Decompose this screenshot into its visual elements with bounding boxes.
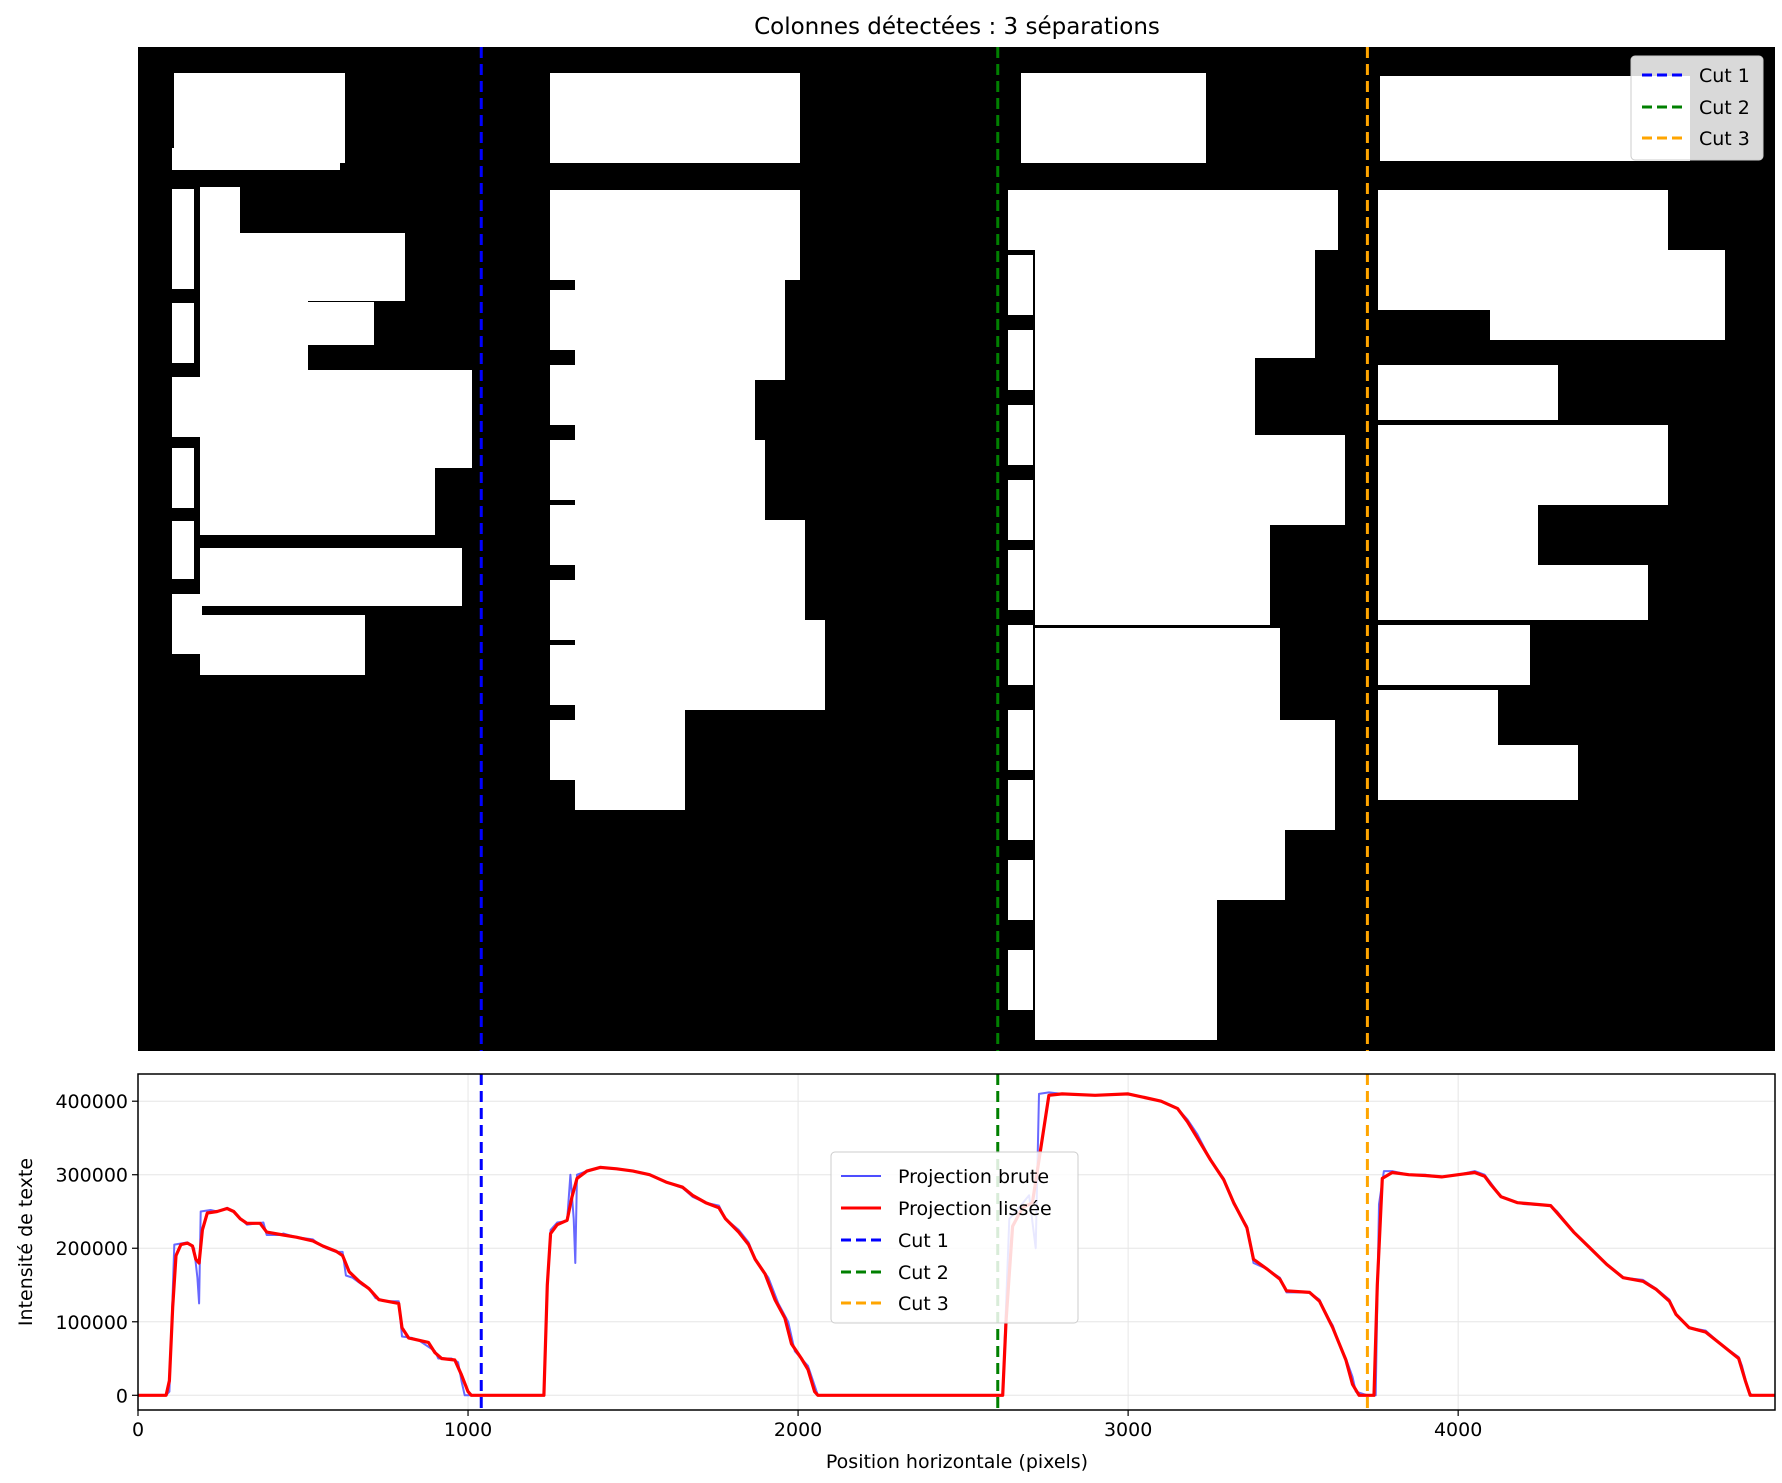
y-tick-label: 400000: [55, 1091, 128, 1113]
text-block: [550, 290, 575, 350]
text-block: [1035, 435, 1345, 525]
text-block: [575, 270, 785, 380]
legend-raw-label: Projection brute: [898, 1166, 1049, 1188]
top-legend: Cut 1 Cut 2 Cut 3: [1630, 55, 1764, 161]
text-block: [1008, 710, 1033, 770]
text-block: [1378, 690, 1498, 750]
text-block: [1008, 950, 1033, 1010]
text-block: [1378, 745, 1578, 800]
text-block: [172, 448, 194, 508]
x-tick-label: 0: [132, 1419, 144, 1441]
x-tick-label: 2000: [774, 1419, 822, 1441]
y-tick-label: 100000: [55, 1312, 128, 1334]
text-block: [1021, 73, 1206, 163]
text-block: [200, 370, 472, 468]
text-block: [200, 465, 435, 535]
text-block: [1035, 248, 1315, 358]
text-block: [1378, 625, 1530, 685]
text-block: [1378, 505, 1538, 565]
text-block: [550, 645, 575, 705]
text-block: [1008, 625, 1033, 685]
text-block: [550, 440, 575, 500]
x-axis-ticks: 0 1000 2000 3000 4000: [132, 1410, 1482, 1441]
legend-cut2-label: Cut 2: [898, 1262, 949, 1284]
top-legend-cut1-label: Cut 1: [1699, 65, 1750, 87]
text-block: [1490, 250, 1725, 340]
text-block: [238, 233, 405, 301]
bottom-legend: Projection brute Projection lissée Cut 1…: [830, 1151, 1079, 1324]
text-block: [550, 73, 800, 163]
legend-cut1-label: Cut 1: [898, 1230, 949, 1252]
text-block: [1008, 190, 1338, 250]
text-block: [200, 295, 308, 375]
text-block: [575, 520, 805, 620]
y-tick-label: 300000: [55, 1165, 128, 1187]
x-tick-label: 1000: [444, 1419, 492, 1441]
text-block: [172, 521, 194, 579]
top-legend-cut2-label: Cut 2: [1699, 97, 1750, 119]
text-block: [1035, 900, 1217, 1040]
text-block: [1008, 480, 1033, 540]
text-block: [550, 190, 800, 280]
text-block: [1035, 780, 1285, 900]
text-block: [308, 302, 374, 345]
x-tick-label: 3000: [1104, 1419, 1152, 1441]
x-axis-label: Position horizontale (pixels): [826, 1451, 1088, 1473]
text-block: [172, 594, 202, 654]
top-legend-cut3-label: Cut 3: [1699, 128, 1750, 150]
text-block: [172, 377, 202, 437]
text-block: [1008, 330, 1033, 390]
text-block: [550, 580, 575, 640]
text-block: [200, 615, 365, 675]
text-block: [1008, 405, 1033, 465]
text-block: [575, 620, 825, 710]
text-block: [1008, 255, 1033, 315]
y-tick-label: 0: [116, 1385, 128, 1407]
text-block: [550, 720, 575, 780]
text-block: [1008, 860, 1033, 920]
text-block: [1035, 525, 1270, 625]
text-block: [200, 548, 462, 606]
text-block: [575, 440, 765, 520]
text-block: [1008, 550, 1033, 610]
text-block: [575, 700, 685, 810]
legend-cut3-label: Cut 3: [898, 1293, 949, 1315]
binary-image-panel: Cut 1 Cut 2 Cut 3: [138, 47, 1775, 1051]
text-block: [172, 303, 194, 363]
x-tick-label: 4000: [1434, 1419, 1482, 1441]
y-axis-ticks: 0 100000 200000 300000 400000: [55, 1091, 138, 1407]
text-block: [550, 505, 575, 565]
text-block: [1378, 565, 1648, 620]
legend-smooth-label: Projection lissée: [898, 1198, 1052, 1220]
text-block: [172, 189, 194, 289]
text-block: [1008, 780, 1033, 840]
text-block: [1378, 365, 1558, 420]
figure: Colonnes détectées : 3 séparations Cut 1…: [15, 14, 1776, 1473]
y-axis-label: Intensité de texte: [15, 1158, 37, 1326]
text-block: [172, 148, 340, 170]
text-block: [1378, 425, 1668, 505]
projection-panel: 0 1000 2000 3000 4000 0 100000 200000 300000 400…: [15, 1073, 1776, 1473]
text-block: [1035, 628, 1280, 723]
top-chart-title: Colonnes détectées : 3 séparations: [754, 14, 1160, 40]
y-tick-label: 200000: [55, 1238, 128, 1260]
text-block: [550, 365, 575, 425]
